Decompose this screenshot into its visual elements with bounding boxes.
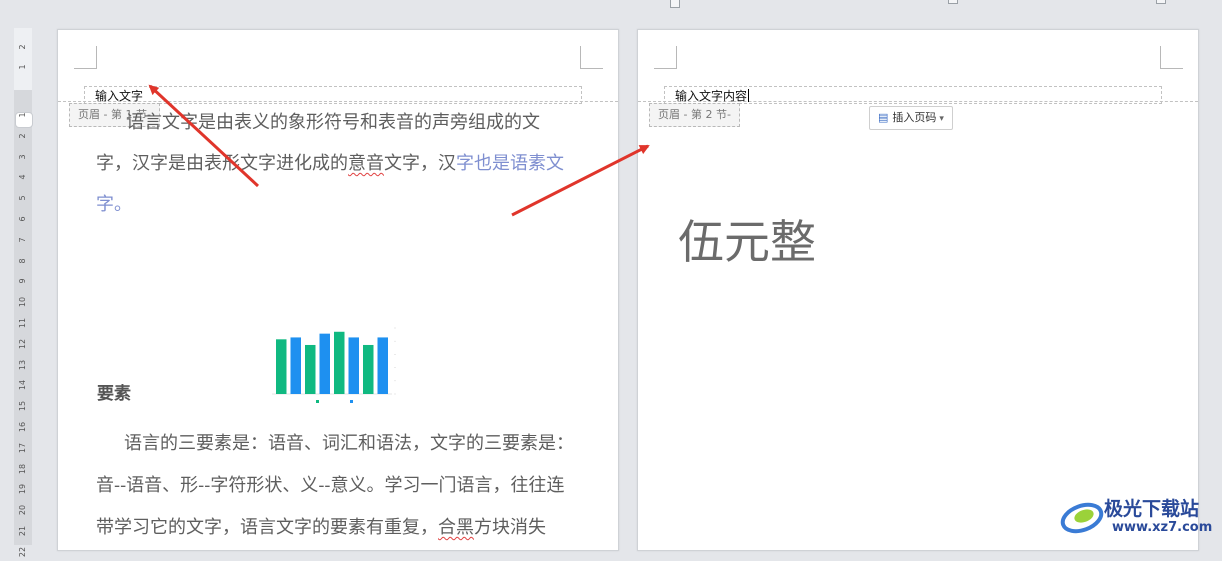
ruler-tick-label: 22 — [18, 546, 27, 557]
paragraph-line[interactable]: 带学习它的文字，语言文字的要素有重复，合黑方块消失 — [96, 508, 546, 548]
spellcheck-underlined-text: 意音 — [348, 153, 384, 174]
text-run: 字，汉字是由表形文字进化成的 — [96, 153, 348, 174]
page-corner-mark — [654, 46, 677, 69]
document-page-1[interactable]: 输入文字 页眉 - 第 1 节- 语言文字是由表义的象形符号和表音的声旁组成的文… — [57, 29, 619, 551]
insert-page-number-label: 插入页码 — [892, 111, 937, 124]
ruler-tick-label: 5 — [18, 195, 27, 201]
chevron-down-icon: ▾ — [939, 114, 944, 124]
document-page-2[interactable]: 输入文字内容 页眉 - 第 2 节- ▤ 插入页码 ▾ 伍元整 — [637, 29, 1199, 551]
section-heading[interactable]: 要素 — [97, 379, 131, 404]
chart-bar — [319, 333, 330, 394]
ruler-tick-label: 20 — [18, 505, 27, 516]
header-text-content: 输入文字内容 — [675, 89, 748, 103]
ruler-tick-label: 13 — [18, 359, 27, 370]
ruler-top-marker[interactable] — [948, 0, 958, 4]
ruler-tick-label: 14 — [18, 380, 27, 391]
text-run: 带学习它的文字，语言文字的要素有重复， — [96, 517, 438, 538]
vertical-ruler[interactable]: 2 1 1 2 3 4 5 6 7 8 9 10 11 12 13 14 15 16 17 18 19 20 21 22 — [14, 28, 33, 557]
paragraph-line[interactable]: 语言的三要素是：语音、词汇和语法，文字的三要素是： — [124, 424, 574, 464]
ruler-tick-label: 1 — [18, 64, 27, 70]
ruler-tick-label: 8 — [18, 258, 27, 264]
paragraph-line[interactable]: 字，汉字是由表形文字进化成的意音文字，汉字也是语素文 — [96, 144, 564, 184]
ruler-tick-label: 6 — [18, 216, 27, 222]
chart-bar — [334, 331, 345, 394]
ruler-tick-label: 2 — [18, 44, 27, 50]
ruler-tick-label: 9 — [18, 278, 27, 284]
chart-bar — [305, 344, 316, 394]
ruler-top-marker[interactable] — [1156, 0, 1166, 4]
ruler-tick-label: 17 — [18, 442, 27, 453]
page-corner-mark — [74, 46, 97, 69]
ruler-top-marker[interactable] — [670, 0, 680, 8]
page-number-icon: ▤ — [878, 111, 889, 124]
embedded-bar-chart[interactable] — [268, 324, 408, 406]
page-corner-mark — [1160, 46, 1183, 69]
watermark-title: 极光下载站 — [1104, 498, 1200, 520]
chart-bar — [377, 337, 388, 394]
ruler-tick-label: 3 — [18, 154, 27, 160]
ruler-tick-label: 11 — [18, 317, 27, 329]
text-run: 方块消失 — [474, 517, 546, 538]
ruler-tick-label: 4 — [18, 174, 27, 180]
header-text[interactable]: 输入文字 — [95, 87, 143, 104]
page-corner-mark — [580, 46, 603, 69]
ruler-tick-label: 12 — [18, 338, 27, 349]
ruler-tick-label: 2 — [18, 133, 27, 139]
body-large-text[interactable]: 伍元整 — [678, 206, 816, 272]
chart-bar — [276, 339, 287, 394]
watermark-logo-icon — [1060, 502, 1104, 534]
header-text[interactable]: 输入文字内容 — [675, 87, 750, 104]
chart-bar — [290, 337, 301, 394]
spellcheck-underlined-text: 合黑 — [438, 517, 474, 538]
ruler-tick-label: 18 — [18, 463, 27, 474]
ruler-tick-label: 21 — [18, 525, 27, 537]
paragraph-line[interactable]: 音--语音、形--字符形状、义--意义。学习一门语言，往往连 — [96, 466, 565, 506]
watermark-url: www.xz7.com — [1112, 520, 1213, 535]
chart-bar — [348, 337, 359, 394]
ruler-tick-label: 7 — [18, 237, 27, 243]
chart-legend-swatch — [316, 400, 319, 403]
insert-page-number-button[interactable]: ▤ 插入页码 ▾ — [869, 106, 953, 130]
text-run: 文字，汉 — [384, 153, 456, 174]
ruler-tick-label: 16 — [18, 421, 27, 433]
text-cursor — [748, 89, 750, 102]
header-section-label: 页眉 - 第 2 节- — [649, 103, 740, 127]
highlighted-text: 字也是语素文 — [456, 153, 564, 174]
paragraph-line[interactable]: 语言文字是由表义的象形符号和表音的声旁组成的文 — [126, 103, 540, 143]
chart-bar — [363, 344, 374, 394]
ruler-tick-label: 19 — [18, 484, 27, 495]
chart-legend-swatch — [350, 400, 353, 403]
ruler-tick-label: 15 — [18, 401, 27, 412]
site-watermark: 极光下载站 www.xz7.com — [1060, 490, 1220, 542]
paragraph-line[interactable]: 字。 — [96, 185, 132, 225]
ruler-tick-label: 10 — [18, 297, 27, 308]
ruler-tick-label: 1 — [18, 112, 27, 118]
